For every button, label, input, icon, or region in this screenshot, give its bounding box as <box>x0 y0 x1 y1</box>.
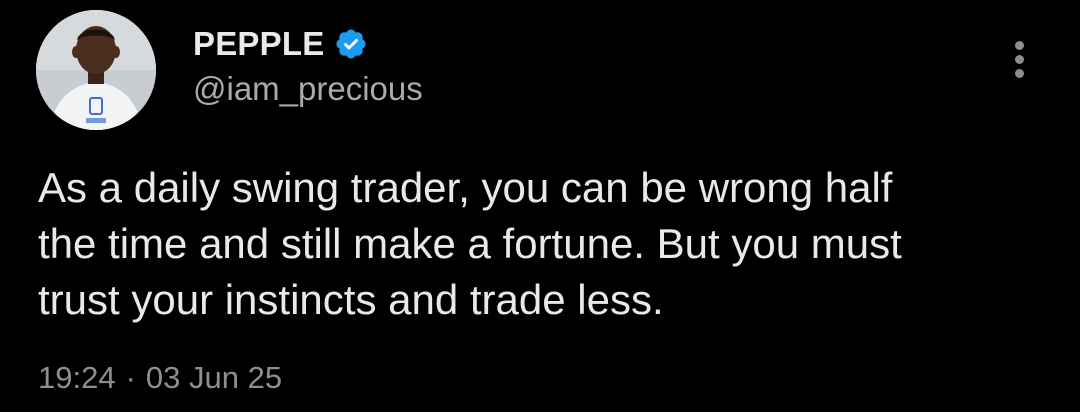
display-name[interactable]: PEPPLE <box>193 25 324 63</box>
verified-badge-icon <box>334 27 368 61</box>
author-handle[interactable]: @iam_precious <box>193 70 423 108</box>
meta-separator: · <box>125 360 136 395</box>
more-dot <box>1015 41 1024 50</box>
more-dot <box>1015 69 1024 78</box>
tweet-text: As a daily swing trader, you can be wron… <box>38 164 902 323</box>
more-vertical-icon[interactable] <box>1006 38 1034 80</box>
tweet-timestamp[interactable]: 19:24 · 03 Jun 25 <box>38 360 282 396</box>
author-name-row[interactable]: PEPPLE <box>193 24 368 64</box>
profile-photo-icon <box>36 10 156 130</box>
more-dot <box>1015 55 1024 64</box>
tweet-date[interactable]: 03 Jun 25 <box>146 360 282 396</box>
avatar[interactable] <box>36 10 156 130</box>
tweet-card: PEPPLE @iam_precious As a daily swing tr… <box>0 0 1080 412</box>
tweet-time[interactable]: 19:24 <box>38 360 116 396</box>
